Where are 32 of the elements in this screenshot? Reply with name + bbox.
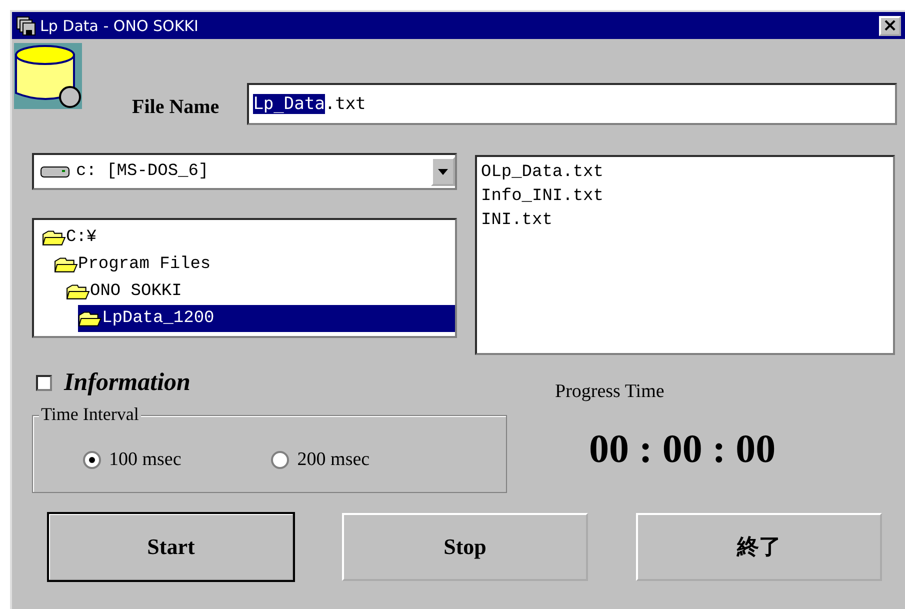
action-button[interactable]: 終了 bbox=[636, 513, 882, 581]
action-button[interactable]: Stop bbox=[342, 513, 588, 581]
progress-time-label: Progress Time bbox=[555, 381, 664, 403]
close-button[interactable]: × bbox=[879, 16, 901, 36]
folder-icon bbox=[54, 256, 78, 272]
radio-button[interactable] bbox=[83, 451, 101, 469]
radio-label: 200 msec bbox=[297, 449, 370, 471]
file-item[interactable]: INI.txt bbox=[481, 209, 889, 233]
folder-icon bbox=[78, 310, 102, 326]
file-name-field[interactable]: Lp_Data.txt bbox=[247, 83, 897, 125]
information-label: Information bbox=[64, 369, 190, 397]
folder-item[interactable]: Program Files bbox=[54, 251, 455, 278]
action-button[interactable]: Start bbox=[48, 513, 294, 581]
folder-item[interactable]: LpData_1200 bbox=[78, 305, 455, 332]
caret-icon bbox=[438, 168, 448, 174]
window-title: Lp Data - ONO SOKKI bbox=[40, 16, 200, 34]
file-item[interactable]: Info_INI.txt bbox=[481, 185, 889, 209]
database-icon bbox=[14, 43, 82, 109]
file-item[interactable]: OLp_Data.txt bbox=[481, 161, 889, 185]
radio-label: 100 msec bbox=[109, 449, 182, 471]
drive-icon bbox=[40, 164, 70, 178]
progress-time-value: 00 : 00 : 00 bbox=[589, 425, 776, 472]
information-checkbox[interactable] bbox=[36, 375, 52, 391]
dropdown-button[interactable] bbox=[431, 157, 455, 186]
drive-dropdown[interactable]: c: [MS-DOS_6] bbox=[32, 153, 457, 190]
floppy-disks-icon bbox=[16, 16, 36, 36]
folder-icon bbox=[66, 284, 90, 300]
folder-item[interactable]: ONO SOKKI bbox=[66, 278, 455, 305]
folder-icon bbox=[42, 230, 66, 246]
radio-button[interactable] bbox=[271, 451, 290, 469]
folder-item[interactable]: C:¥ bbox=[42, 224, 455, 251]
file-name-label: File Name bbox=[132, 96, 220, 119]
